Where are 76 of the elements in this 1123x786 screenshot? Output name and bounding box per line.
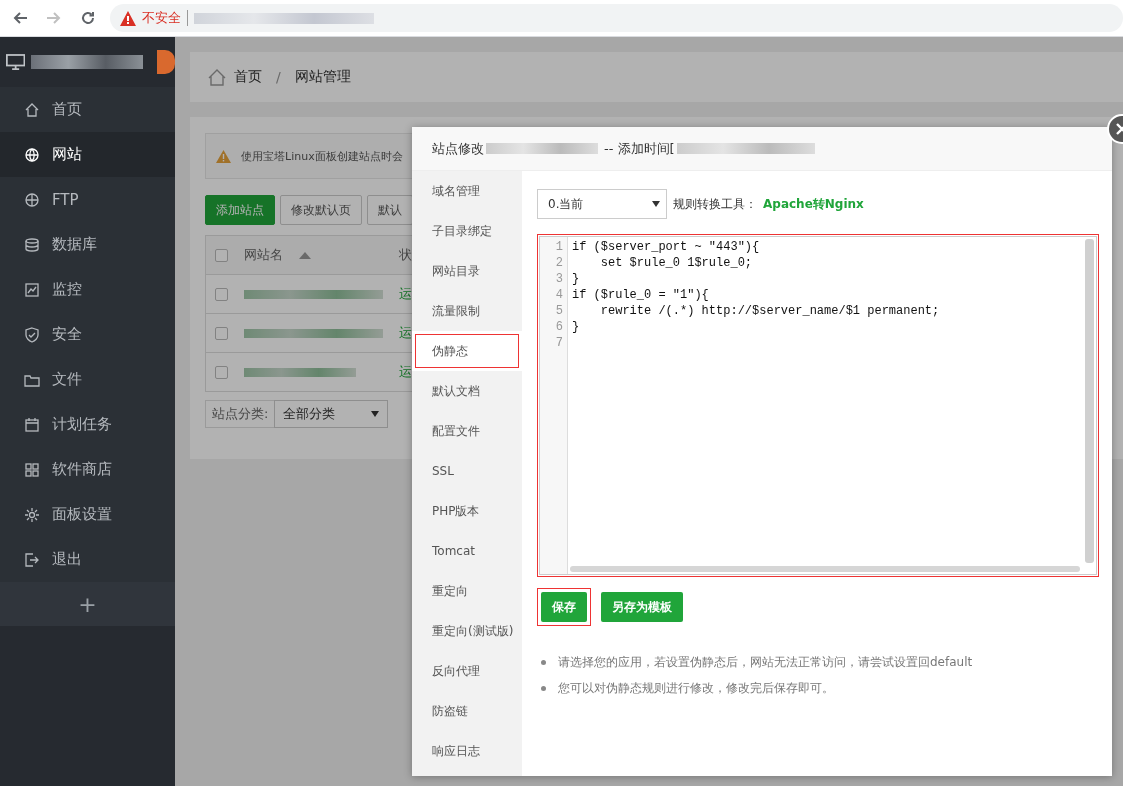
status-text: 运 (399, 363, 413, 381)
sidebar-item[interactable]: 计划任务 (0, 402, 175, 447)
exit-icon (24, 551, 40, 568)
breadcrumb-link[interactable]: 网站管理 (294, 68, 351, 86)
warning-icon (119, 10, 136, 26)
column-header[interactable]: 网站名 (244, 246, 283, 264)
bullet-icon (541, 686, 546, 691)
sidebar-item[interactable]: 软件商店 (0, 447, 175, 492)
toolbar-button[interactable]: 修改默认页 (280, 195, 362, 225)
database-icon (24, 236, 40, 253)
checkbox[interactable] (215, 248, 228, 262)
settings-tab[interactable]: 防盗链 (412, 691, 522, 731)
breadcrumb-link[interactable]: 首页 (234, 68, 262, 86)
hint-text: 请选择您的应用，若设置伪静态后，网站无法正常访问，请尝试设置回default (558, 654, 973, 671)
scrollbar[interactable] (570, 566, 1080, 572)
security-warning: 不安全 (141, 9, 181, 27)
settings-tab[interactable]: 响应日志 (412, 731, 522, 771)
bullet-icon (541, 660, 546, 665)
sidebar-item[interactable]: 监控 (0, 267, 175, 312)
settings-tab[interactable]: 伪静态 (412, 331, 522, 371)
add-menu-button[interactable]: + (0, 582, 175, 626)
dropdown-icon (652, 201, 660, 207)
checkbox[interactable] (215, 365, 228, 379)
gear-icon (24, 506, 40, 523)
settings-tab[interactable]: 配置文件 (412, 411, 522, 451)
monitor-icon (6, 53, 26, 71)
status-text: 运 (399, 285, 413, 303)
checkbox[interactable] (215, 287, 228, 301)
sort-icon (299, 251, 311, 259)
scrollbar[interactable] (1085, 239, 1094, 563)
settings-tab[interactable]: SSL (412, 451, 522, 491)
home-icon (24, 101, 40, 118)
chart-icon (24, 281, 40, 298)
code-text: if ($server_port ~ "443"){ set $rule_0 1$rule_0; } if ($rule_0 = "1"){ rewrite /(.*) http://$server_name/$1 permanent; } (571, 239, 941, 336)
status-text: 运 (399, 324, 413, 342)
hint-text: 您可以对伪静态规则进行修改，修改完后保存即可。 (558, 680, 834, 697)
globe-icon (24, 191, 40, 208)
logo-icon (157, 50, 175, 74)
settings-tab[interactable]: 域名管理 (412, 171, 522, 211)
added-time-label: -- 添加时间[ (604, 139, 675, 158)
settings-tab[interactable]: Tomcat (412, 531, 522, 571)
settings-tab[interactable]: 子目录绑定 (412, 211, 522, 251)
settings-tab[interactable]: 网站目录 (412, 251, 522, 291)
settings-tab[interactable]: 流量限制 (412, 291, 522, 331)
grid-icon (24, 461, 40, 478)
code-editor[interactable]: 1 2 3 4 5 6 7 if ($server_port ~ "443"){ set $rule_0 1$rule_0; } if ($rule_0 = "1"){ rewrite /(.*) http://$server_name/$1 permanent; } (537, 234, 1099, 577)
shield-icon (24, 326, 40, 343)
settings-tab[interactable]: 默认文档 (412, 371, 522, 411)
line-numbers: 1 2 3 4 5 6 7 (540, 237, 568, 574)
sidebar-item[interactable]: 数据库 (0, 222, 175, 267)
category-select[interactable]: 全部分类 (274, 400, 389, 428)
sidebar-item[interactable]: 首页 (0, 87, 175, 132)
sidebar-item[interactable]: FTP (0, 177, 175, 222)
checkbox[interactable] (215, 326, 228, 340)
settings-tab[interactable]: PHP版本 (412, 491, 522, 531)
warning-icon (216, 149, 231, 163)
sidebar-item[interactable]: 退出 (0, 537, 175, 582)
address-bar[interactable]: 不安全 (109, 4, 1123, 32)
globe-icon (24, 146, 40, 163)
settings-tab[interactable]: 重定向(测试版) (412, 611, 522, 651)
settings-tab[interactable]: 重定向 (412, 571, 522, 611)
rule-select[interactable]: 0.当前 (537, 189, 667, 219)
home-icon (208, 68, 226, 86)
sidebar-item[interactable]: 网站 (0, 132, 175, 177)
modal-title: 站点修改 (432, 139, 484, 158)
filter-label: 站点分类: (205, 400, 275, 428)
sidebar-item[interactable]: 文件 (0, 357, 175, 402)
sidebar-item[interactable]: 安全 (0, 312, 175, 357)
breadcrumb-separator: / (276, 69, 281, 85)
notice-text: 使用宝塔Linux面板创建站点时会 (241, 148, 403, 164)
dropdown-icon (371, 411, 380, 417)
settings-tab[interactable]: 反向代理 (412, 651, 522, 691)
toolbar-button[interactable]: 默认 (367, 195, 413, 225)
sidebar-item[interactable]: 面板设置 (0, 492, 175, 537)
converter-label: 规则转换工具： (673, 195, 757, 213)
calendar-icon (24, 416, 40, 433)
